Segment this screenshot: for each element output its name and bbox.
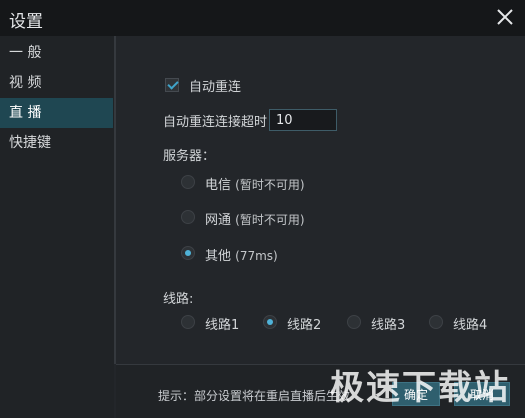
server-other-label[interactable]: 其他 (77ms) [205, 245, 278, 264]
server-telecom-label[interactable]: 电信 (暂时不可用) [205, 174, 305, 193]
line3-label[interactable]: 线路3 [371, 314, 405, 333]
server-netcom-radio[interactable] [181, 210, 195, 224]
timeout-label: 自动重连连接超时 [163, 115, 268, 130]
line4-label[interactable]: 线路4 [453, 314, 487, 333]
line1-radio[interactable] [181, 315, 195, 329]
line1-label[interactable]: 线路1 [205, 314, 239, 333]
sidebar-item-hotkeys[interactable]: 快捷键 [0, 128, 113, 158]
sidebar-item-general[interactable]: 一 般 [0, 38, 113, 68]
settings-window: 设置 一 般 视 频 直 播 快捷键 自动重连 自动重连连接超时 服务器： 电信… [0, 0, 525, 418]
line2-label[interactable]: 线路2 [287, 314, 321, 333]
restart-tip: 提示：部分设置将在重启直播后生效 [158, 389, 351, 403]
timeout-input[interactable] [269, 109, 337, 131]
auto-reconnect-label: 自动重连 [189, 80, 242, 95]
watermark: 极速下载站 [330, 368, 510, 408]
window-title: 设置 [9, 12, 43, 32]
title-bar: 设置 [0, 0, 525, 36]
sidebar: 一 般 视 频 直 播 快捷键 [0, 36, 114, 418]
line-label: 线路: [163, 292, 194, 307]
server-label: 服务器： [163, 149, 216, 164]
line3-radio[interactable] [347, 315, 361, 329]
sidebar-item-video[interactable]: 视 频 [0, 68, 113, 98]
close-icon[interactable] [493, 5, 517, 29]
live-settings-panel: 自动重连 自动重连连接超时 服务器： 电信 (暂时不可用) 网通 (暂时不可用)… [116, 36, 525, 364]
line2-radio[interactable] [263, 315, 277, 329]
server-other-radio[interactable] [181, 246, 195, 260]
server-netcom-label[interactable]: 网通 (暂时不可用) [205, 209, 305, 228]
sidebar-item-live[interactable]: 直 播 [0, 98, 113, 128]
auto-reconnect-checkbox[interactable] [165, 78, 179, 92]
line4-radio[interactable] [429, 315, 443, 329]
server-telecom-radio[interactable] [181, 175, 195, 189]
